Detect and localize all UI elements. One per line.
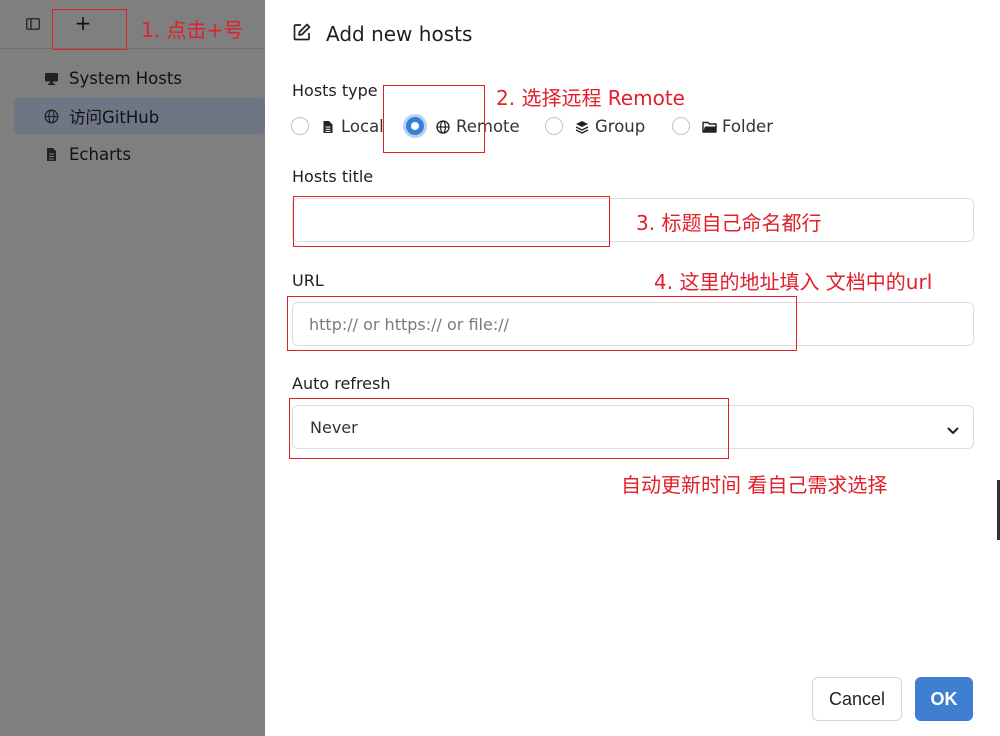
auto-refresh-select[interactable]: Never [292,405,974,449]
sidebar-item-label: System Hosts [69,68,182,88]
file-icon [321,119,335,133]
monitor-icon [44,71,59,86]
url-label: URL [292,271,324,290]
sidebar: + System Hosts 访问GitHub Echarts [0,0,265,736]
add-hosts-dialog: Add new hosts Hosts type Local Remote Gr… [265,0,1000,736]
ok-button[interactable]: OK [915,677,973,721]
sidebar-item-github[interactable]: 访问GitHub [14,98,265,134]
radio-label: Remote [456,116,520,136]
hosts-title-label: Hosts title [292,167,374,186]
radio-circle-checked[interactable] [406,117,424,135]
radio-group[interactable]: Group [545,114,645,138]
radio-circle[interactable] [291,117,309,135]
radio-circle[interactable] [545,117,563,135]
sidebar-toolbar: + [0,0,265,49]
radio-local[interactable]: Local [291,114,384,138]
dialog-title: Add new hosts [326,22,473,46]
sidebar-item-echarts[interactable]: Echarts [14,136,265,172]
url-input[interactable] [292,302,974,346]
sidebar-item-label: 访问GitHub [69,108,160,127]
hosts-title-input[interactable] [292,198,974,242]
radio-label: Group [595,116,646,136]
radio-label: Folder [722,116,773,136]
radio-folder[interactable]: Folder [672,114,773,138]
hosts-list: System Hosts 访问GitHub Echarts [14,60,265,174]
chevron-down-icon [947,422,959,434]
auto-refresh-value: Never [310,417,358,437]
dialog-header: Add new hosts [292,22,472,46]
layers-icon [575,119,589,134]
document-icon [44,147,59,162]
auto-refresh-label: Auto refresh [292,374,391,393]
globe-icon [436,119,450,134]
globe-icon [44,109,59,124]
radio-label: Local [341,116,384,136]
radio-circle[interactable] [672,117,690,135]
sidebar-item-system-hosts[interactable]: System Hosts [14,60,265,96]
cancel-button[interactable]: Cancel [812,677,902,721]
sidebar-toggle-icon[interactable] [26,16,40,30]
radio-remote[interactable]: Remote [406,114,520,138]
hosts-type-label: Hosts type [292,81,378,100]
add-hosts-button[interactable]: + [70,10,96,36]
sidebar-item-label: Echarts [69,144,131,164]
folder-icon [702,119,717,133]
edit-icon [292,22,312,46]
